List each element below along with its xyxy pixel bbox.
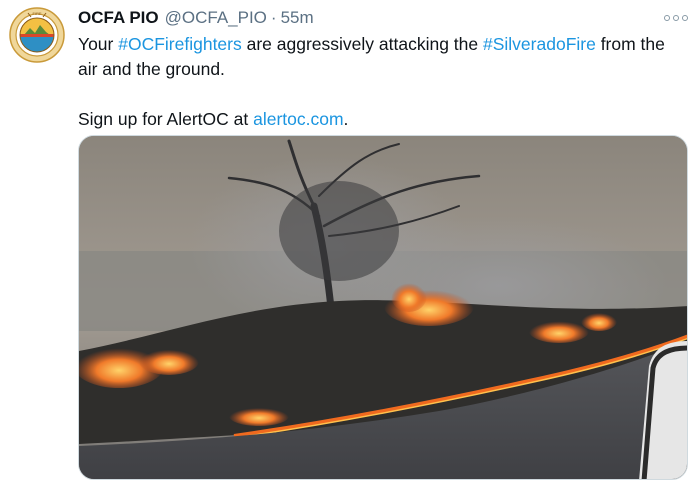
ocfa-badge-icon: FIRE	[7, 5, 67, 65]
tweet-line-2: Sign up for AlertOC at alertoc.com.	[78, 107, 688, 132]
author-name[interactable]: OCFA PIO	[78, 8, 159, 28]
tweet-header: OCFA PIO @OCFA_PIO · 55m	[78, 8, 314, 30]
alertoc-link[interactable]: alertoc.com	[253, 109, 343, 129]
tweet-text: Your #OCFirefighters are aggressively at…	[78, 32, 688, 132]
svg-text:FIRE: FIRE	[32, 11, 41, 16]
text-segment: Sign up for AlertOC at	[78, 109, 254, 129]
fire-scene-image	[79, 136, 687, 479]
hashtag-silveradofire[interactable]: #SilveradoFire	[483, 34, 596, 54]
tweet-video[interactable]	[78, 135, 688, 480]
tweet[interactable]: FIRE OCFA PIO @OCFA_PIO · 55m Your #OCFi…	[0, 0, 700, 486]
text-segment: Your	[78, 34, 119, 54]
separator-dot: ·	[270, 8, 277, 27]
text-segment: .	[343, 109, 349, 129]
author-handle[interactable]: @OCFA_PIO	[165, 8, 267, 28]
text-segment: are aggressively attacking the	[241, 34, 483, 54]
more-options-icon[interactable]	[664, 10, 688, 26]
hashtag-ocfirefighters[interactable]: #OCFirefighters	[118, 34, 242, 54]
tweet-line-1: Your #OCFirefighters are aggressively at…	[78, 32, 688, 82]
avatar[interactable]: FIRE	[6, 4, 68, 66]
tweet-timestamp[interactable]: 55m	[281, 8, 314, 28]
